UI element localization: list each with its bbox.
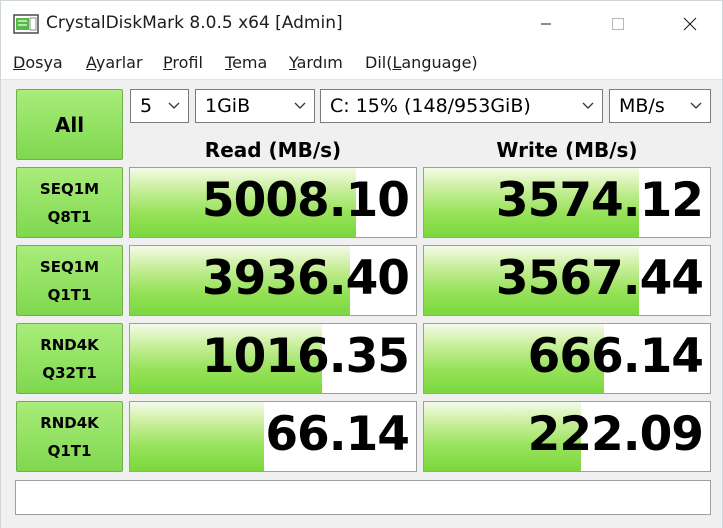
test-name-line2: Q8T1 — [47, 207, 92, 226]
menu-dosya[interactable]: Dosya — [13, 53, 63, 72]
menu-bar: Dosya Ayarlar Profil Tema Yardım Dil(Lan… — [1, 47, 722, 80]
read-result-cell: 66.14 — [129, 401, 417, 472]
drive-select[interactable]: C: 15% (148/953GiB) — [320, 89, 603, 123]
chevron-down-icon — [168, 102, 180, 109]
menu-mnemonic: Y — [289, 53, 297, 72]
read-value: 5008.10 — [201, 173, 410, 228]
write-result-cell: 222.09 — [423, 401, 711, 472]
test-name-line1: SEQ1M — [39, 179, 100, 198]
menu-label: Dil( — [365, 53, 393, 72]
read-value: 66.14 — [265, 407, 410, 462]
test-count-select[interactable]: 5 — [130, 89, 189, 123]
comment-input[interactable] — [15, 480, 711, 515]
maximize-button[interactable] — [595, 1, 641, 47]
drive-value: C: 15% (148/953GiB) — [330, 95, 531, 117]
menu-yardim[interactable]: Yardım — [289, 53, 343, 72]
close-button[interactable] — [667, 1, 713, 47]
test-name-line1: RND4K — [40, 335, 99, 354]
read-result-cell: 1016.35 — [129, 323, 417, 394]
test-name-line1: SEQ1M — [39, 257, 100, 276]
test-name-line2: Q1T1 — [47, 441, 92, 460]
menu-mnemonic: P — [163, 53, 173, 72]
menu-mnemonic: A — [86, 53, 96, 72]
chevron-down-icon — [294, 102, 306, 109]
test-name-line2: Q1T1 — [47, 285, 92, 304]
menu-label: osya — [25, 53, 63, 72]
menu-label: anguage) — [401, 53, 478, 72]
rnd4k-q1t1-button[interactable]: RND4K Q1T1 — [16, 401, 123, 472]
read-column-header: Read (MB/s) — [204, 138, 342, 162]
close-icon — [683, 17, 697, 31]
menu-ayarlar[interactable]: Ayarlar — [86, 53, 143, 72]
write-value: 222.09 — [527, 407, 704, 462]
read-result-cell: 3936.40 — [129, 245, 417, 316]
write-value: 3567.44 — [495, 251, 704, 306]
menu-mnemonic: T — [225, 53, 233, 72]
read-result-cell: 5008.10 — [129, 167, 417, 238]
rnd4k-q32t1-button[interactable]: RND4K Q32T1 — [16, 323, 123, 394]
read-value: 1016.35 — [201, 329, 410, 384]
test-count-value: 5 — [140, 95, 153, 117]
test-size-value: 1GiB — [205, 95, 251, 117]
title-bar[interactable]: CrystalDiskMark 8.0.5 x64 [Admin] — [1, 1, 722, 47]
write-value: 3574.12 — [495, 173, 704, 228]
unit-select[interactable]: MB/s — [609, 89, 711, 123]
chevron-down-icon — [582, 102, 594, 109]
write-result-cell: 3567.44 — [423, 245, 711, 316]
window-title: CrystalDiskMark 8.0.5 x64 [Admin] — [46, 13, 343, 33]
crystaldiskmark-app-icon — [13, 14, 39, 34]
minimize-icon — [541, 23, 551, 25]
write-column-header: Write (MB/s) — [496, 138, 638, 162]
seq1m-q1t1-button[interactable]: SEQ1M Q1T1 — [16, 245, 123, 316]
menu-mnemonic: D — [13, 53, 26, 72]
menu-label: yarlar — [95, 53, 143, 72]
maximize-icon — [612, 18, 624, 30]
test-name-line2: Q32T1 — [42, 363, 97, 382]
menu-label: ardım — [296, 53, 343, 72]
write-result-cell: 3574.12 — [423, 167, 711, 238]
chevron-down-icon — [690, 102, 702, 109]
test-size-select[interactable]: 1GiB — [195, 89, 315, 123]
all-button[interactable]: All — [16, 89, 123, 160]
test-name-line1: RND4K — [40, 413, 99, 432]
app-window: CrystalDiskMark 8.0.5 x64 [Admin] Dosya … — [0, 0, 723, 528]
menu-label: rofil — [172, 53, 203, 72]
unit-value: MB/s — [619, 95, 665, 117]
menu-tema[interactable]: Tema — [225, 53, 267, 72]
read-value: 3936.40 — [201, 251, 410, 306]
seq1m-q8t1-button[interactable]: SEQ1M Q8T1 — [16, 167, 123, 238]
minimize-button[interactable] — [523, 1, 569, 47]
write-value: 666.14 — [527, 329, 704, 384]
menu-label: ema — [232, 53, 268, 72]
read-progress-bar — [130, 402, 265, 471]
write-result-cell: 666.14 — [423, 323, 711, 394]
menu-language[interactable]: Dil(Language) — [365, 53, 478, 72]
menu-profil[interactable]: Profil — [163, 53, 203, 72]
